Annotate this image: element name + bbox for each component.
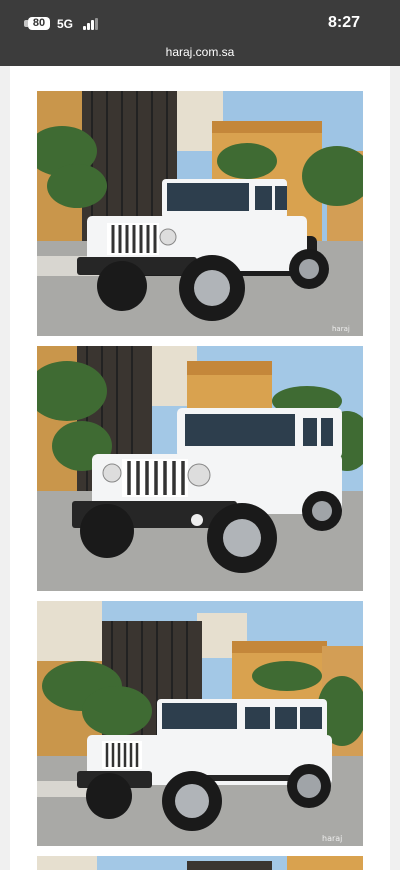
signal-icon: [83, 18, 99, 30]
svg-text:haraj: haraj: [332, 325, 350, 333]
listing-photo-1[interactable]: haraj: [37, 91, 363, 336]
battery-level: 80: [28, 17, 50, 30]
listing-photo-4[interactable]: [37, 856, 363, 870]
url-text[interactable]: haraj.com.sa: [0, 45, 400, 59]
status-time: 8:27: [327, 14, 360, 31]
listing-photo-3[interactable]: haraj: [37, 601, 363, 846]
svg-text:haraj: haraj: [322, 834, 342, 843]
status-bar: 80 5G 8:27: [0, 0, 400, 38]
listing-page: haraj haraj: [10, 66, 390, 870]
browser-url-bar[interactable]: haraj.com.sa: [0, 38, 400, 66]
network-type: 5G: [57, 17, 74, 31]
listing-photo-2[interactable]: [37, 346, 363, 591]
